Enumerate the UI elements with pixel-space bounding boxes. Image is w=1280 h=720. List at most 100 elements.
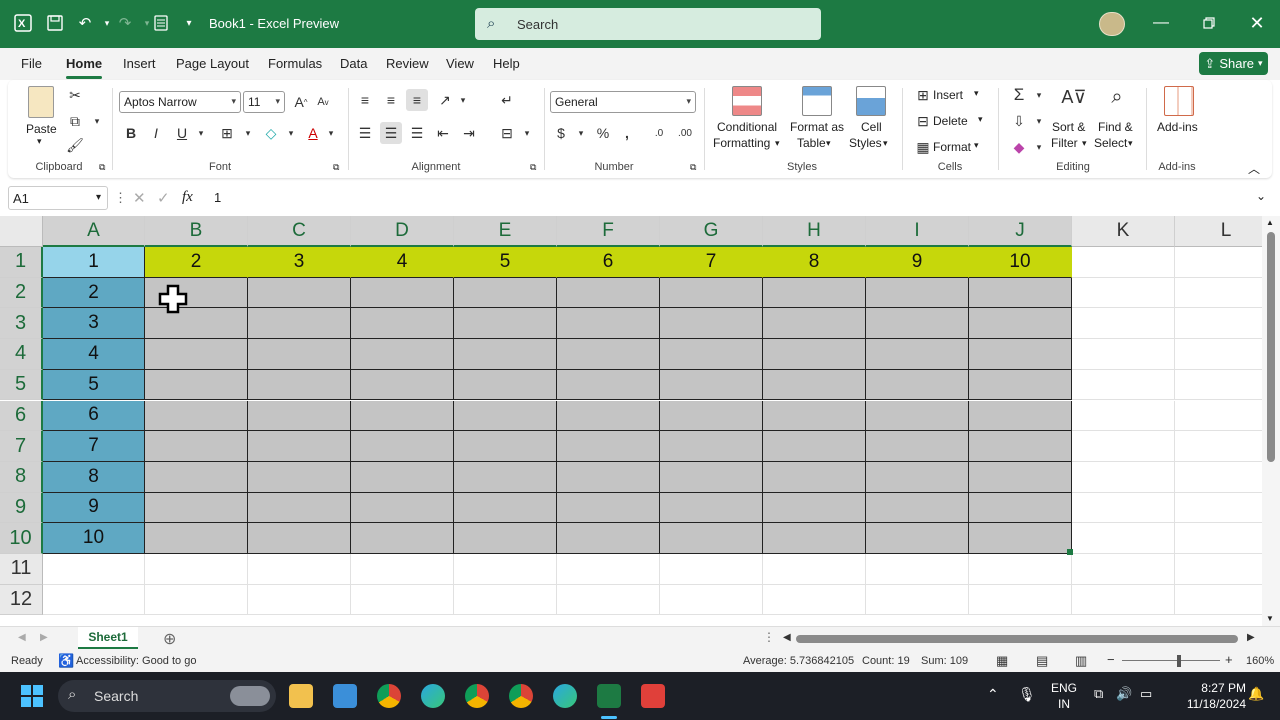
percent-icon[interactable]: % xyxy=(592,122,614,144)
zoom-slider[interactable] xyxy=(1122,660,1220,661)
cell-A3[interactable]: 3 xyxy=(43,308,145,340)
increase-decimal-icon[interactable]: .0 xyxy=(648,122,670,144)
close-icon[interactable]: ✕ xyxy=(1246,12,1268,34)
cell-K7[interactable] xyxy=(1072,431,1175,462)
cell-C8[interactable] xyxy=(248,461,351,493)
cell-G6[interactable] xyxy=(660,400,763,432)
cell-H5[interactable] xyxy=(763,369,866,401)
cell-E2[interactable] xyxy=(454,277,557,309)
cell-L10[interactable] xyxy=(1175,523,1262,554)
cell-K4[interactable] xyxy=(1072,339,1175,370)
windows-start-icon[interactable] xyxy=(20,684,44,708)
align-top-icon[interactable]: ≡ xyxy=(354,89,376,111)
cell-J3[interactable] xyxy=(969,308,1072,340)
tab-help[interactable]: Help xyxy=(493,56,520,71)
notepad-icon[interactable] xyxy=(333,684,357,708)
cell-I6[interactable] xyxy=(866,400,969,432)
cell-J11[interactable] xyxy=(969,554,1072,585)
format-painter-icon[interactable]: 🖌 xyxy=(64,134,86,156)
conditional-formatting-icon[interactable] xyxy=(732,86,762,116)
currency-dropdown-icon[interactable]: ▾ xyxy=(570,122,592,144)
cell-J6[interactable] xyxy=(969,400,1072,432)
customize-toolbar-icon[interactable]: ▾ xyxy=(178,12,200,34)
cell-B10[interactable] xyxy=(145,523,248,554)
cell-H10[interactable] xyxy=(763,523,866,554)
row-header[interactable]: 10 xyxy=(0,523,43,554)
cell-D11[interactable] xyxy=(351,554,454,585)
comma-style-icon[interactable]: , xyxy=(616,122,638,144)
recorder-icon[interactable] xyxy=(641,684,665,708)
cell-J9[interactable] xyxy=(969,492,1072,524)
cell-A12[interactable] xyxy=(43,584,145,616)
cell-D8[interactable] xyxy=(351,461,454,493)
cell-B9[interactable] xyxy=(145,492,248,524)
chevron-down-icon[interactable]: ▾ xyxy=(978,114,983,125)
column-header[interactable]: A xyxy=(43,216,145,247)
notifications-icon[interactable]: 🔔 xyxy=(1248,686,1264,702)
zoom-in-icon[interactable]: + xyxy=(1225,652,1233,667)
cell-J7[interactable] xyxy=(969,431,1072,462)
cell-H8[interactable] xyxy=(763,461,866,493)
cell-K11[interactable] xyxy=(1072,554,1175,585)
column-header[interactable]: F xyxy=(557,216,660,247)
column-header[interactable]: I xyxy=(866,216,969,247)
cell-A9[interactable]: 9 xyxy=(43,492,145,524)
cell-K3[interactable] xyxy=(1072,308,1175,340)
name-box[interactable]: A1 ▾ xyxy=(8,186,108,210)
chrome-profile-2-icon[interactable] xyxy=(509,684,533,708)
currency-icon[interactable]: $ xyxy=(550,122,572,144)
cell-A10[interactable]: 10 xyxy=(43,523,145,554)
row-header[interactable]: 4 xyxy=(0,339,43,370)
minimize-icon[interactable]: — xyxy=(1150,12,1172,34)
copy-icon[interactable]: ⧉ xyxy=(64,110,86,132)
cell-F10[interactable] xyxy=(557,523,660,554)
cell-L8[interactable] xyxy=(1175,462,1262,493)
cell-B12[interactable] xyxy=(145,584,248,616)
row-header[interactable]: 3 xyxy=(0,308,43,340)
insert-function-icon[interactable]: fx xyxy=(182,189,193,206)
cell-D12[interactable] xyxy=(351,584,454,616)
cell-G12[interactable] xyxy=(660,584,763,616)
cell-G1[interactable]: 7 xyxy=(660,247,763,278)
fill-color-icon[interactable]: ◇ xyxy=(260,122,282,144)
cell-H12[interactable] xyxy=(763,584,866,616)
expand-formula-bar-icon[interactable]: ⌄ xyxy=(1256,189,1266,203)
cell-K12[interactable] xyxy=(1072,584,1175,616)
row-header[interactable]: 11 xyxy=(0,554,43,585)
cell-L7[interactable] xyxy=(1175,431,1262,462)
cell-L3[interactable] xyxy=(1175,308,1262,340)
cell-J1[interactable]: 10 xyxy=(969,247,1072,278)
cell-D6[interactable] xyxy=(351,400,454,432)
cell-A6[interactable]: 6 xyxy=(43,400,145,432)
decrease-indent-icon[interactable]: ⇤ xyxy=(432,122,454,144)
horizontal-scroll-thumb[interactable] xyxy=(796,635,1238,643)
scroll-thumb[interactable] xyxy=(1267,232,1275,462)
more-options-icon[interactable]: ⋮ xyxy=(114,190,127,206)
excel-taskbar-icon[interactable] xyxy=(597,684,621,708)
file-explorer-icon[interactable] xyxy=(289,684,313,708)
number-format-select[interactable]: General ▾ xyxy=(550,91,696,113)
cell-J4[interactable] xyxy=(969,339,1072,370)
cell-A4[interactable]: 4 xyxy=(43,339,145,370)
sort-filter-label-2[interactable]: Filter xyxy=(1051,136,1078,150)
cell-K9[interactable] xyxy=(1072,492,1175,524)
zoom-slider-thumb[interactable] xyxy=(1177,655,1181,667)
cell-D7[interactable] xyxy=(351,431,454,462)
cell-H1[interactable]: 8 xyxy=(763,247,866,278)
tab-insert[interactable]: Insert xyxy=(123,56,156,71)
sheet-next-icon[interactable]: ▶ xyxy=(40,632,48,643)
cell-K10[interactable] xyxy=(1072,523,1175,554)
row-header[interactable]: 6 xyxy=(0,400,43,432)
cell-H7[interactable] xyxy=(763,431,866,462)
cell-E7[interactable] xyxy=(454,431,557,462)
find-select-icon[interactable]: ⌕ xyxy=(1102,86,1132,108)
row-header[interactable]: 12 xyxy=(0,584,43,616)
clear-icon[interactable]: ◆ xyxy=(1008,136,1030,158)
cell-L6[interactable] xyxy=(1175,401,1262,432)
borders-icon[interactable]: ⊞ xyxy=(216,122,238,144)
cell-K6[interactable] xyxy=(1072,400,1175,432)
status-average[interactable]: Average: 5.736842105 xyxy=(743,655,854,667)
calculator-icon[interactable] xyxy=(150,12,172,34)
accessibility-status[interactable]: Accessibility: Good to go xyxy=(76,655,196,667)
cell-G4[interactable] xyxy=(660,339,763,370)
